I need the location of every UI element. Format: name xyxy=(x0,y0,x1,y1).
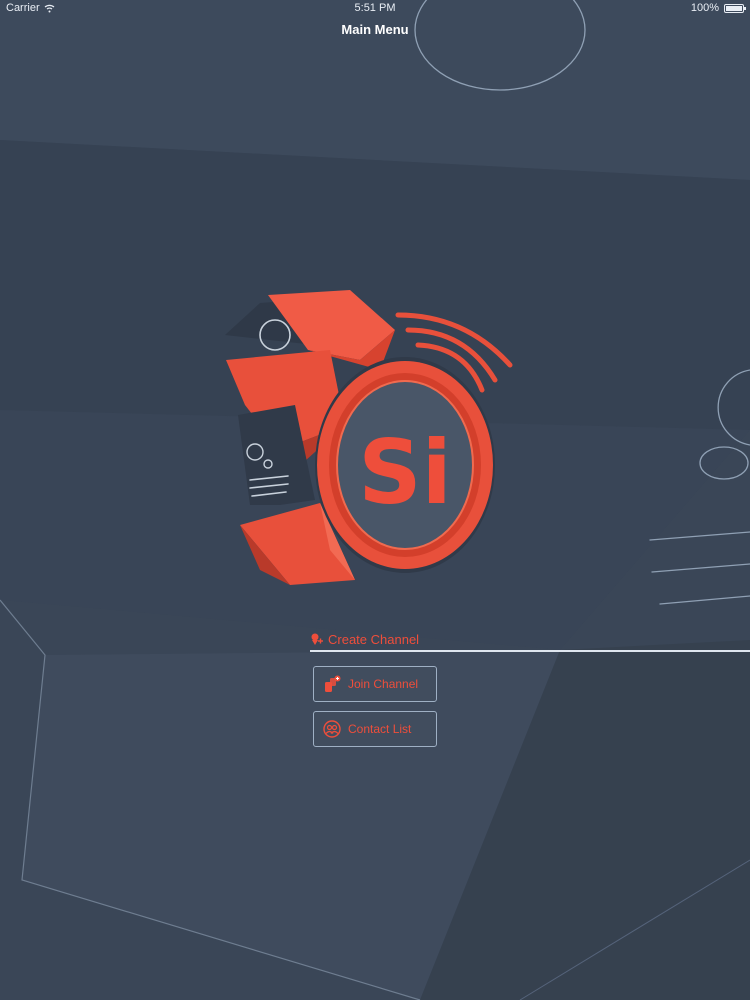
join-channel-icon xyxy=(322,675,342,693)
contact-list-label: Contact List xyxy=(348,722,412,736)
page-title: Main Menu xyxy=(341,22,409,37)
create-channel-icon xyxy=(310,633,324,645)
join-channel-label: Join Channel xyxy=(348,677,419,691)
join-channel-button[interactable]: Join Channel xyxy=(313,666,437,702)
logo-text: Si xyxy=(358,421,452,524)
app-logo: Si xyxy=(225,290,513,585)
create-channel-button[interactable]: Create Channel xyxy=(310,628,750,650)
create-channel-underline xyxy=(310,650,750,652)
status-time: 5:51 PM xyxy=(354,2,396,14)
contact-list-icon xyxy=(322,720,342,738)
status-right: 100% xyxy=(690,0,746,16)
battery-percent: 100% xyxy=(690,2,719,14)
battery-icon xyxy=(724,3,746,13)
status-bar: Carrier 5:51 PM 100% xyxy=(0,0,750,16)
battery-fill xyxy=(726,5,742,11)
create-channel-label: Create Channel xyxy=(328,631,420,647)
contact-list-button[interactable]: Contact List xyxy=(313,711,437,747)
